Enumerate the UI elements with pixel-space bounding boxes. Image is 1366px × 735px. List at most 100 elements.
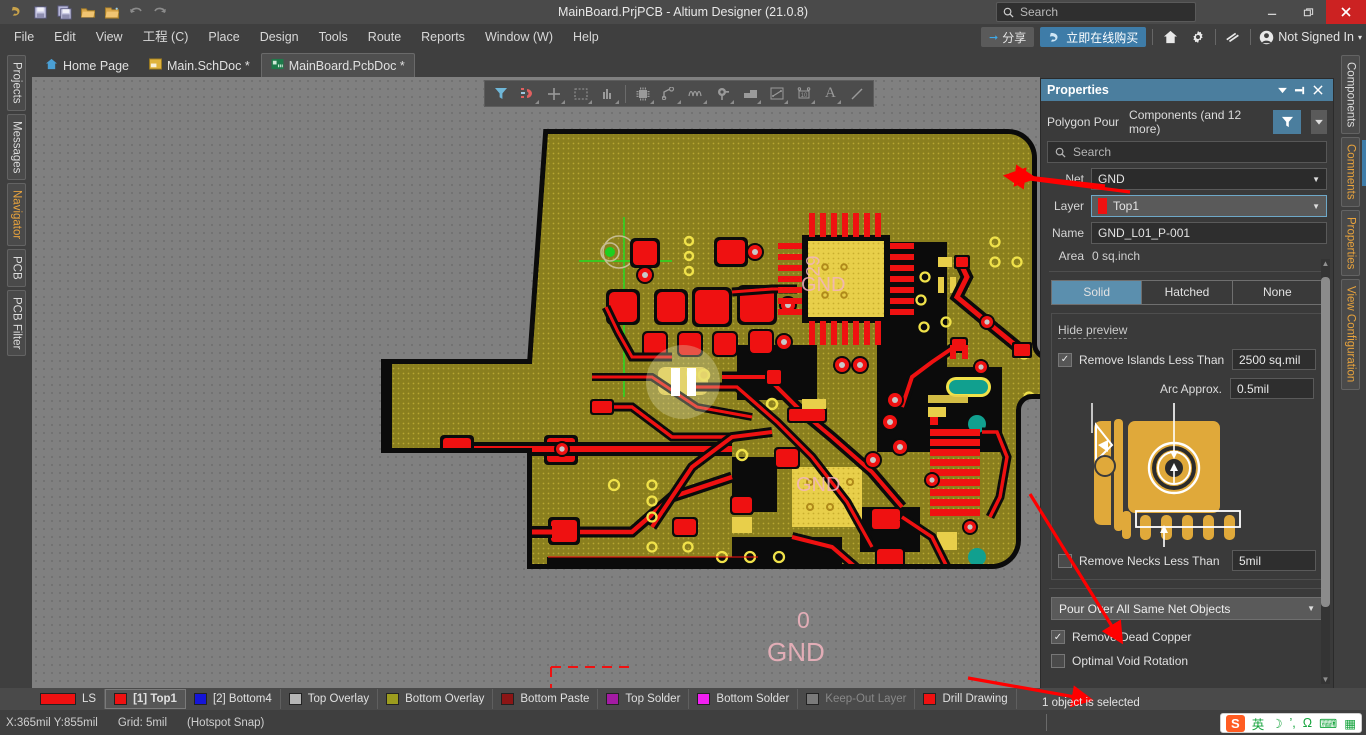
filter-icon[interactable] bbox=[489, 83, 513, 105]
net-dropdown[interactable]: GND ▼ bbox=[1091, 168, 1327, 190]
magnet-snap-icon[interactable] bbox=[516, 83, 540, 105]
ime-mode-english[interactable]: 英 bbox=[1252, 714, 1265, 733]
account-menu[interactable]: Not Signed In ▾ bbox=[1257, 30, 1362, 45]
crosshair-place-icon[interactable] bbox=[543, 83, 567, 105]
close-button[interactable] bbox=[1326, 0, 1366, 24]
layer-tab-bottom-paste[interactable]: Bottom Paste bbox=[493, 689, 599, 709]
filter-dropdown-button[interactable] bbox=[1311, 110, 1327, 134]
scroll-down-arrow-icon[interactable]: ▼ bbox=[1321, 675, 1330, 684]
save-icon[interactable] bbox=[30, 2, 50, 22]
pin-icon[interactable] bbox=[1291, 81, 1309, 99]
menu-project[interactable]: 工程 (C) bbox=[133, 24, 199, 50]
sidebar-item-pcb-filter[interactable]: PCB Filter bbox=[6, 289, 26, 357]
sidebar-item-view-configuration[interactable]: View Configuration bbox=[1340, 279, 1360, 390]
differential-pair-route-icon[interactable] bbox=[685, 83, 709, 105]
undo-icon[interactable] bbox=[126, 2, 146, 22]
place-string-icon[interactable]: A bbox=[819, 83, 843, 105]
layer-dropdown[interactable]: Top1 ▼ bbox=[1091, 195, 1327, 217]
remove-islands-checkbox[interactable]: ✓ bbox=[1058, 352, 1072, 367]
open-icon[interactable] bbox=[78, 2, 98, 22]
layer-tab-top-solder[interactable]: Top Solder bbox=[598, 689, 690, 709]
menu-place[interactable]: Place bbox=[198, 24, 249, 50]
open-project-icon[interactable] bbox=[102, 2, 122, 22]
sidebar-item-components[interactable]: Components bbox=[1340, 55, 1360, 135]
restore-button[interactable] bbox=[1290, 0, 1326, 24]
menu-help[interactable]: Help bbox=[563, 24, 609, 50]
ime-symbols-icon[interactable]: Ω bbox=[1303, 716, 1312, 730]
menu-reports[interactable]: Reports bbox=[411, 24, 475, 50]
layer-tab-ls[interactable]: LS bbox=[32, 689, 106, 709]
interactive-route-icon[interactable] bbox=[658, 83, 682, 105]
arc-approx-input[interactable]: 0.5mil bbox=[1230, 378, 1314, 399]
properties-scrollbar[interactable]: ▲ ▼ bbox=[1321, 259, 1330, 684]
gear-icon[interactable] bbox=[1187, 27, 1209, 47]
tab-mainboard-pcbdoc[interactable]: MainBoard.PcbDoc * bbox=[260, 53, 415, 77]
scrollbar-thumb[interactable] bbox=[1321, 277, 1330, 607]
layer-tab-top-overlay[interactable]: Top Overlay bbox=[281, 689, 379, 709]
tab-main-schdoc[interactable]: Main.SchDoc * bbox=[140, 54, 259, 77]
pour-over-dropdown[interactable]: Pour Over All Same Net Objects ▼ bbox=[1051, 597, 1323, 620]
place-track-icon[interactable] bbox=[845, 83, 869, 105]
layer-tab-bottom4[interactable]: [2] Bottom4 bbox=[186, 689, 281, 709]
share-button[interactable]: ➞ 分享 bbox=[980, 27, 1035, 47]
sidebar-item-projects[interactable]: Projects bbox=[6, 55, 26, 111]
layer-tab-bottom-solder[interactable]: Bottom Solder bbox=[689, 689, 799, 709]
ime-punctuation-icon[interactable]: ’, bbox=[1290, 716, 1296, 730]
layer-tab-keep-out-layer[interactable]: Keep-Out Layer bbox=[798, 689, 916, 709]
chevron-down-icon[interactable] bbox=[1273, 81, 1291, 99]
menu-edit[interactable]: Edit bbox=[44, 24, 86, 50]
place-via-icon[interactable] bbox=[711, 83, 735, 105]
object-scope-label[interactable]: Components (and 12 more) bbox=[1129, 108, 1263, 136]
menu-window[interactable]: Window (W) bbox=[475, 24, 563, 50]
save-all-icon[interactable] bbox=[54, 2, 74, 22]
sidebar-item-properties[interactable]: Properties bbox=[1340, 209, 1360, 277]
remove-necks-input[interactable]: 5mil bbox=[1232, 550, 1316, 571]
layer-tab-drill-drawing[interactable]: Drill Drawing bbox=[915, 689, 1017, 709]
ime-keyboard-icon[interactable]: ⌨ bbox=[1319, 716, 1337, 731]
remove-islands-input[interactable]: 2500 sq.mil bbox=[1232, 349, 1316, 370]
place-component-icon[interactable] bbox=[631, 83, 655, 105]
altium-logo-icon[interactable] bbox=[6, 2, 26, 22]
place-polygon-icon[interactable] bbox=[596, 83, 620, 105]
place-line-icon[interactable] bbox=[765, 83, 789, 105]
fill-mode-none[interactable]: None bbox=[1233, 281, 1322, 304]
place-dimension-icon[interactable]: 10 bbox=[792, 83, 816, 105]
fill-mode-hatched[interactable]: Hatched bbox=[1142, 281, 1233, 304]
ime-apps-icon[interactable]: ▦ bbox=[1344, 716, 1356, 731]
optimal-void-rotation-checkbox[interactable] bbox=[1051, 654, 1065, 668]
layer-tab-top1[interactable]: [1] Top1 bbox=[105, 689, 186, 709]
remove-dead-copper-checkbox[interactable]: ✓ bbox=[1051, 630, 1065, 644]
filter-button[interactable] bbox=[1273, 110, 1301, 134]
hide-preview-link[interactable]: Hide preview bbox=[1058, 323, 1128, 339]
sidebar-item-navigator[interactable]: Navigator bbox=[6, 182, 26, 247]
scroll-up-arrow-icon[interactable]: ▲ bbox=[1321, 259, 1330, 268]
place-region-icon[interactable] bbox=[569, 83, 593, 105]
tab-home-page[interactable]: Home Page bbox=[36, 54, 138, 77]
properties-search-input[interactable]: Search bbox=[1047, 141, 1327, 163]
menu-view[interactable]: View bbox=[86, 24, 133, 50]
name-input[interactable]: GND_L01_P-001 bbox=[1091, 222, 1327, 244]
redo-icon[interactable] bbox=[150, 2, 170, 22]
home-icon[interactable] bbox=[1159, 27, 1181, 47]
fill-mode-solid[interactable]: Solid bbox=[1052, 281, 1143, 304]
menu-route[interactable]: Route bbox=[358, 24, 411, 50]
object-type-label[interactable]: Polygon Pour bbox=[1047, 115, 1119, 129]
pcb-canvas[interactable]: 10 A 29 GND GND 0 GND bbox=[32, 77, 1040, 688]
global-search-input[interactable]: Search bbox=[996, 2, 1196, 22]
sidebar-item-comments[interactable]: Comments bbox=[1340, 137, 1360, 207]
extensions-icon[interactable] bbox=[1222, 27, 1244, 47]
close-icon[interactable] bbox=[1309, 81, 1327, 99]
sidebar-item-messages[interactable]: Messages bbox=[6, 113, 26, 180]
sogou-logo-icon[interactable]: S bbox=[1225, 714, 1245, 732]
remove-necks-checkbox[interactable] bbox=[1058, 553, 1072, 568]
menu-design[interactable]: Design bbox=[250, 24, 309, 50]
place-fill-icon[interactable] bbox=[738, 83, 762, 105]
pause-overlay-icon[interactable] bbox=[646, 345, 720, 419]
menu-file[interactable]: File bbox=[4, 24, 44, 50]
ime-moon-icon[interactable]: ☽ bbox=[1271, 716, 1282, 731]
menu-tools[interactable]: Tools bbox=[309, 24, 358, 50]
sidebar-item-pcb[interactable]: PCB bbox=[6, 249, 26, 287]
layer-tab-bottom-overlay[interactable]: Bottom Overlay bbox=[378, 689, 494, 709]
buy-online-button[interactable]: 立即在线购买 bbox=[1040, 27, 1147, 47]
minimize-button[interactable] bbox=[1254, 0, 1290, 24]
